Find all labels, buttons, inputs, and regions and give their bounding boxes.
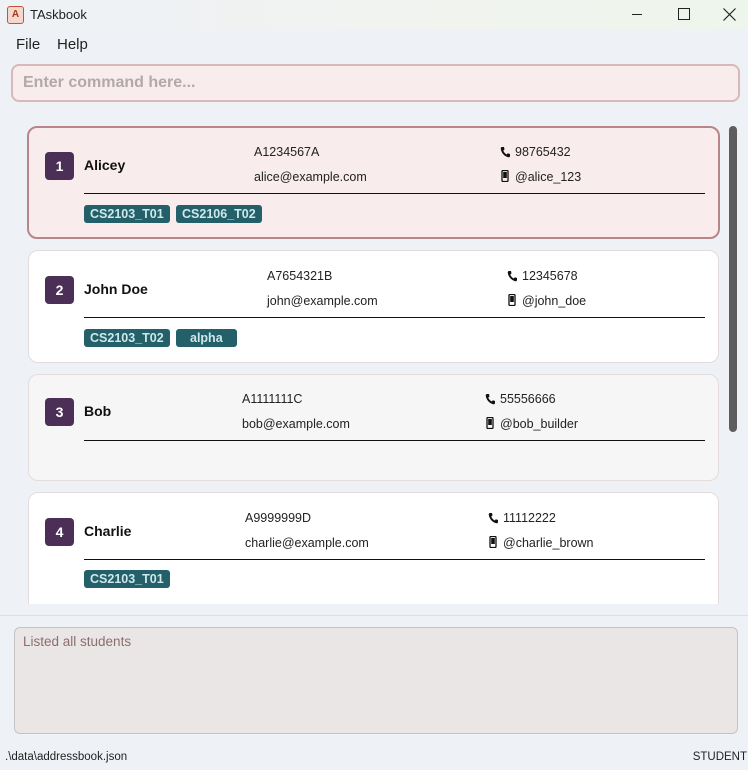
student-email: alice@example.com — [254, 170, 367, 184]
menu-file[interactable]: File — [16, 36, 40, 53]
mobile-icon — [508, 294, 516, 306]
student-card[interactable]: 1 Alicey A1234567A alice@example.com 987… — [27, 126, 720, 239]
phone-icon — [507, 271, 517, 282]
result-message: Listed all students — [23, 634, 132, 649]
student-telegram: @bob_builder — [500, 417, 579, 431]
menu-bar: File Help — [0, 30, 748, 58]
card-divider — [84, 193, 705, 194]
student-list[interactable]: 1 Alicey A1234567A alice@example.com 987… — [0, 114, 748, 604]
result-display[interactable]: Listed all students — [14, 627, 738, 734]
index-badge: 4 — [45, 518, 74, 546]
student-name: Bob — [84, 403, 112, 419]
command-input[interactable] — [11, 64, 740, 102]
close-icon[interactable] — [706, 0, 748, 30]
tag-badge: CS2103_T01 — [84, 205, 170, 223]
phone-icon — [500, 147, 510, 158]
mobile-icon — [489, 536, 497, 548]
menu-help[interactable]: Help — [57, 36, 88, 53]
card-divider — [84, 559, 705, 560]
status-file-path: .\data\addressbook.json — [5, 751, 128, 763]
student-phone: 55556666 — [500, 392, 556, 406]
minimize-icon[interactable] — [614, 0, 660, 30]
list-scrollbar[interactable] — [729, 126, 737, 432]
student-phone: 12345678 — [522, 269, 578, 283]
student-telegram: @alice_123 — [515, 170, 582, 184]
phone-icon — [488, 513, 498, 524]
mobile-icon — [501, 170, 509, 182]
student-telegram: @charlie_brown — [503, 536, 594, 550]
student-card[interactable]: 4 Charlie A9999999D charlie@example.com … — [28, 492, 719, 604]
mobile-icon — [486, 417, 494, 429]
student-phone: 11112222 — [503, 511, 556, 525]
student-id: A1234567A — [254, 145, 320, 159]
student-name: Charlie — [84, 523, 132, 539]
card-divider — [84, 317, 705, 318]
student-id: A9999999D — [245, 511, 312, 525]
tag-badge: alpha — [176, 329, 237, 347]
student-card[interactable]: 2 John Doe A7654321B john@example.com 12… — [28, 250, 719, 363]
app-logo-icon: A — [7, 6, 24, 24]
student-id: A7654321B — [267, 269, 333, 283]
student-card[interactable]: 3 Bob A1111111C bob@example.com 55556666… — [28, 374, 719, 481]
title-bar[interactable]: A TAskbook — [0, 0, 748, 30]
index-badge: 2 — [45, 276, 74, 304]
tag-badge: CS2103_T01 — [84, 570, 170, 588]
student-name: John Doe — [84, 281, 148, 297]
tag-badge: CS2103_T02 — [84, 329, 170, 347]
student-telegram: @john_doe — [522, 294, 587, 308]
student-phone: 98765432 — [515, 145, 571, 159]
student-email: john@example.com — [267, 294, 378, 308]
status-mode: STUDENT — [692, 751, 747, 763]
student-name: Alicey — [84, 157, 126, 173]
phone-icon — [485, 394, 495, 405]
student-email: bob@example.com — [242, 417, 350, 431]
maximize-icon[interactable] — [660, 0, 706, 30]
student-email: charlie@example.com — [245, 536, 369, 550]
index-badge: 1 — [45, 152, 74, 180]
student-id: A1111111C — [242, 392, 303, 406]
window-title: TAskbook — [30, 7, 87, 22]
card-divider — [84, 440, 705, 441]
result-divider — [0, 615, 748, 616]
tag-badge: CS2106_T02 — [176, 205, 262, 223]
index-badge: 3 — [45, 398, 74, 426]
